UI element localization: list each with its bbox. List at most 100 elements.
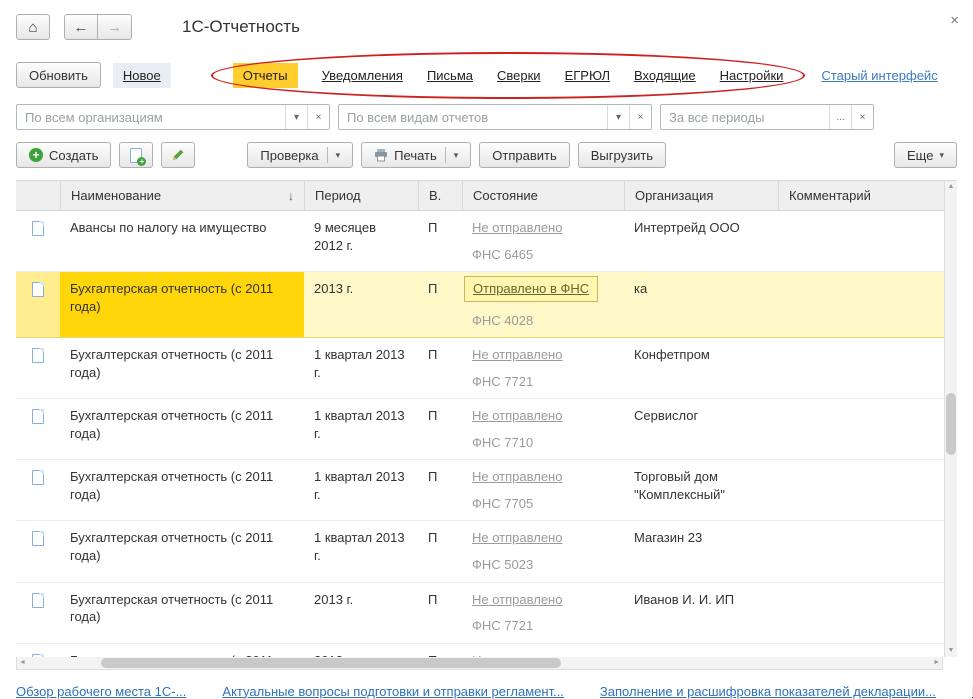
status-link[interactable]: Не отправлено <box>472 346 562 364</box>
organization: Интертрейд ООО <box>624 211 778 271</box>
tab-letters[interactable]: Письма <box>427 68 473 83</box>
status-link[interactable]: Не отправлено <box>472 468 562 486</box>
send-button[interactable]: Отправить <box>479 142 569 168</box>
table-row[interactable]: Бухгалтерская отчетность (с 2011 года) 1… <box>16 399 957 460</box>
document-icon <box>32 470 44 485</box>
scroll-up-icon[interactable]: ▲ <box>948 181 955 193</box>
copy-document-icon: + <box>130 148 142 163</box>
tab-reports[interactable]: Отчеты <box>233 63 298 88</box>
vertical-scroll-thumb[interactable] <box>946 393 956 455</box>
check-label: Проверка <box>260 148 318 163</box>
header-period[interactable]: Период <box>304 181 418 210</box>
report-type-filter-dropdown[interactable]: ▾ <box>607 105 629 129</box>
period-filter-value[interactable]: За все периоды <box>661 105 829 129</box>
new-button[interactable]: Новое <box>113 63 171 88</box>
vertical-scrollbar[interactable]: ▲ ▼ <box>944 181 957 657</box>
horizontal-scrollbar[interactable]: ◄ ► <box>16 657 943 670</box>
tab-incoming[interactable]: Входящие <box>634 68 696 83</box>
more-button[interactable]: Еще ▾ <box>894 142 957 168</box>
organization-filter-value[interactable]: По всем организациям <box>17 105 285 129</box>
organization: Конфетпром <box>624 338 778 398</box>
header-status[interactable]: Состояние <box>462 181 624 210</box>
home-icon: ⌂ <box>28 19 37 36</box>
header-type[interactable]: В. <box>418 181 462 210</box>
document-icon <box>32 221 44 236</box>
table-row[interactable]: Бухгалтерская отчетность (с 2011 года) 1… <box>16 521 957 582</box>
page-title: 1С-Отчетность <box>182 17 300 37</box>
document-icon <box>32 409 44 424</box>
table-row[interactable]: Авансы по налогу на имущество 9 месяцев … <box>16 211 957 272</box>
footer-link-declaration[interactable]: Заполнение и расшифровка показателей дек… <box>600 684 936 699</box>
forward-icon: → <box>107 19 122 36</box>
report-status: Не отправлено ФНС 6465 <box>462 211 624 271</box>
report-name: Бухгалтерская отчетность (с 2011 года) <box>60 521 304 581</box>
organization <box>624 644 778 657</box>
report-name: Авансы по налогу на имущество <box>60 211 304 271</box>
scroll-down-icon[interactable]: ▼ <box>948 645 955 657</box>
report-name: Бухгалтерская отчетность (с 2011 года) <box>60 644 304 657</box>
scroll-right-icon[interactable]: ► <box>933 657 940 669</box>
home-button[interactable]: ⌂ <box>16 14 50 40</box>
tab-egrul[interactable]: ЕГРЮЛ <box>565 68 610 83</box>
status-link[interactable]: Не отправлено <box>472 591 562 609</box>
tab-settings[interactable]: Настройки <box>720 68 784 83</box>
period-filter-clear[interactable]: × <box>851 105 873 129</box>
comment <box>778 211 943 271</box>
reports-table: Наименование ↓ Период В. Состояние Орган… <box>16 180 957 657</box>
report-status: Не отправлено ФНС 7721 <box>462 583 624 643</box>
report-type-filter-value[interactable]: По всем видам отчетов <box>339 105 607 129</box>
clear-icon: × <box>316 112 322 123</box>
report-type-mark: П <box>418 521 462 581</box>
create-button[interactable]: + Создать <box>16 142 111 168</box>
report-type-filter-clear[interactable]: × <box>629 105 651 129</box>
back-icon: ← <box>74 19 89 36</box>
report-period: 1 квартал 2013 г. <box>304 460 418 520</box>
export-button[interactable]: Выгрузить <box>578 142 666 168</box>
header-icon-column <box>16 181 60 210</box>
back-button[interactable]: ← <box>64 14 98 40</box>
printer-icon <box>374 149 388 162</box>
print-button[interactable]: Печать ▾ <box>361 142 471 168</box>
forward-button[interactable]: → <box>98 14 132 40</box>
period-filter-ellipsis[interactable]: ... <box>829 105 851 129</box>
header-comment[interactable]: Комментарий <box>778 181 943 210</box>
clear-icon: × <box>638 112 644 123</box>
header-name[interactable]: Наименование ↓ <box>60 181 304 210</box>
document-icon <box>32 348 44 363</box>
report-type-mark: П <box>418 338 462 398</box>
organization-filter-dropdown[interactable]: ▾ <box>285 105 307 129</box>
table-row-selected[interactable]: Бухгалтерская отчетность (с 2011 года) 2… <box>16 272 957 338</box>
document-icon <box>32 282 44 297</box>
footer-link-questions[interactable]: Актуальные вопросы подготовки и отправки… <box>222 684 564 699</box>
scroll-left-icon[interactable]: ◄ <box>19 657 26 669</box>
table-row-partial[interactable]: Бухгалтерская отчетность (с 2011 года) 2… <box>16 644 957 657</box>
old-interface-link[interactable]: Старый интерфейс <box>821 68 937 83</box>
tab-notifications[interactable]: Уведомления <box>322 68 403 83</box>
close-button[interactable]: × <box>950 12 959 29</box>
table-row[interactable]: Бухгалтерская отчетность (с 2011 года) 1… <box>16 338 957 399</box>
organization: Сервислог <box>624 399 778 459</box>
tab-reconciliations[interactable]: Сверки <box>497 68 541 83</box>
chevron-down-icon: ▾ <box>454 150 459 161</box>
copy-button[interactable]: + <box>119 142 153 168</box>
report-name: Бухгалтерская отчетность (с 2011 года) <box>60 583 304 643</box>
table-row[interactable]: Бухгалтерская отчетность (с 2011 года) 1… <box>16 460 957 521</box>
report-period: 1 квартал 2013 г. <box>304 521 418 581</box>
vertical-scroll-track[interactable] <box>945 193 957 645</box>
sort-desc-icon[interactable]: ↓ <box>288 189 294 203</box>
status-link[interactable]: Не отправлено <box>472 407 562 425</box>
edit-button[interactable] <box>161 142 195 168</box>
organization-filter-clear[interactable]: × <box>307 105 329 129</box>
check-button[interactable]: Проверка ▾ <box>247 142 353 168</box>
header-organization[interactable]: Организация <box>624 181 778 210</box>
report-type-mark: П <box>418 460 462 520</box>
status-link[interactable]: Не отправлено <box>472 219 562 237</box>
comment <box>778 399 943 459</box>
footer-link-overview[interactable]: Обзор рабочего места 1С-... <box>16 684 186 699</box>
status-link[interactable]: Отправлено в ФНС <box>464 276 598 302</box>
status-link[interactable]: Не отправлено <box>472 529 562 547</box>
refresh-button[interactable]: Обновить <box>16 62 101 88</box>
horizontal-scroll-thumb[interactable] <box>101 658 561 668</box>
history-nav: ← → <box>64 14 132 40</box>
table-row[interactable]: Бухгалтерская отчетность (с 2011 года) 2… <box>16 583 957 644</box>
